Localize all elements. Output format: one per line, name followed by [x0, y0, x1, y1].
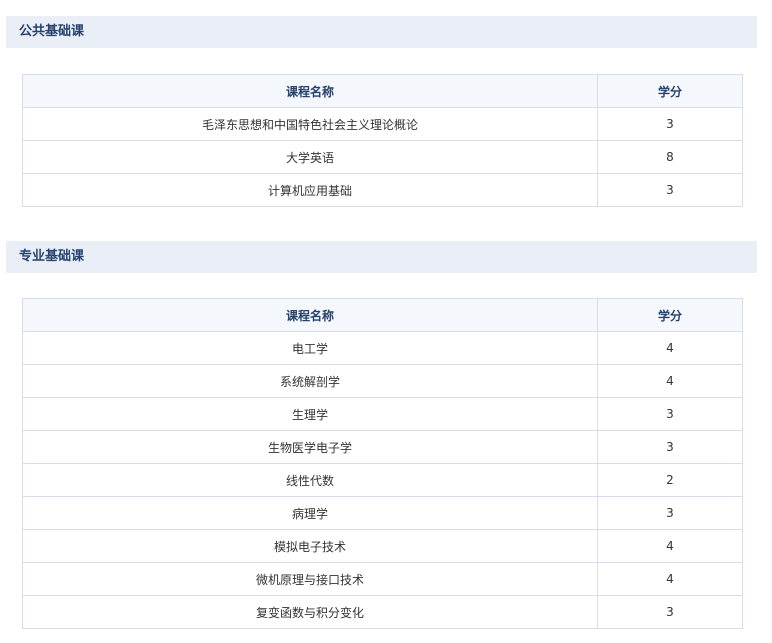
credit-cell: 4	[597, 562, 743, 596]
credit-cell: 3	[597, 496, 743, 530]
table-row: 模拟电子技术 4	[22, 529, 743, 563]
table-row: 系统解剖学 4	[22, 364, 743, 398]
credit-cell: 2	[597, 463, 743, 497]
course-name-cell: 系统解剖学	[22, 364, 598, 398]
credit-cell: 3	[597, 107, 743, 141]
credit-cell: 4	[597, 529, 743, 563]
course-name-cell: 模拟电子技术	[22, 529, 598, 563]
table-row: 计算机应用基础 3	[22, 173, 743, 207]
course-table: 课程名称 学分 毛泽东思想和中国特色社会主义理论概论 3 大学英语 8 计算机应…	[22, 74, 743, 207]
table-row: 生物医学电子学 3	[22, 430, 743, 464]
table-row: 微机原理与接口技术 4	[22, 562, 743, 596]
course-name-cell: 生物医学电子学	[22, 430, 598, 464]
course-name-cell: 计算机应用基础	[22, 173, 598, 207]
course-name-cell: 微机原理与接口技术	[22, 562, 598, 596]
credit-cell: 4	[597, 331, 743, 365]
column-header-course-name: 课程名称	[22, 298, 598, 332]
course-name-cell: 病理学	[22, 496, 598, 530]
column-header-credits: 学分	[597, 74, 743, 108]
credit-cell: 3	[597, 595, 743, 629]
column-header-course-name: 课程名称	[22, 74, 598, 108]
table-header-row: 课程名称 学分	[22, 298, 743, 332]
credit-cell: 3	[597, 173, 743, 207]
table-row: 生理学 3	[22, 397, 743, 431]
table-row: 大学英语 8	[22, 140, 743, 174]
table-row: 病理学 3	[22, 496, 743, 530]
table-row: 线性代数 2	[22, 463, 743, 497]
course-name-cell: 复变函数与积分变化	[22, 595, 598, 629]
section-title: 专业基础课	[6, 241, 757, 273]
table-row: 毛泽东思想和中国特色社会主义理论概论 3	[22, 107, 743, 141]
section-title: 公共基础课	[6, 16, 757, 48]
course-name-cell: 生理学	[22, 397, 598, 431]
column-header-credits: 学分	[597, 298, 743, 332]
course-name-cell: 线性代数	[22, 463, 598, 497]
course-name-cell: 毛泽东思想和中国特色社会主义理论概论	[22, 107, 598, 141]
table-row: 复变函数与积分变化 3	[22, 595, 743, 629]
course-name-cell: 电工学	[22, 331, 598, 365]
credit-cell: 4	[597, 364, 743, 398]
table-header-row: 课程名称 学分	[22, 74, 743, 108]
credit-cell: 3	[597, 430, 743, 464]
table-row: 电工学 4	[22, 331, 743, 365]
course-name-cell: 大学英语	[22, 140, 598, 174]
course-table: 课程名称 学分 电工学 4 系统解剖学 4 生理学 3 生物医学电子学 3 线性	[22, 298, 743, 629]
credit-cell: 3	[597, 397, 743, 431]
credit-cell: 8	[597, 140, 743, 174]
